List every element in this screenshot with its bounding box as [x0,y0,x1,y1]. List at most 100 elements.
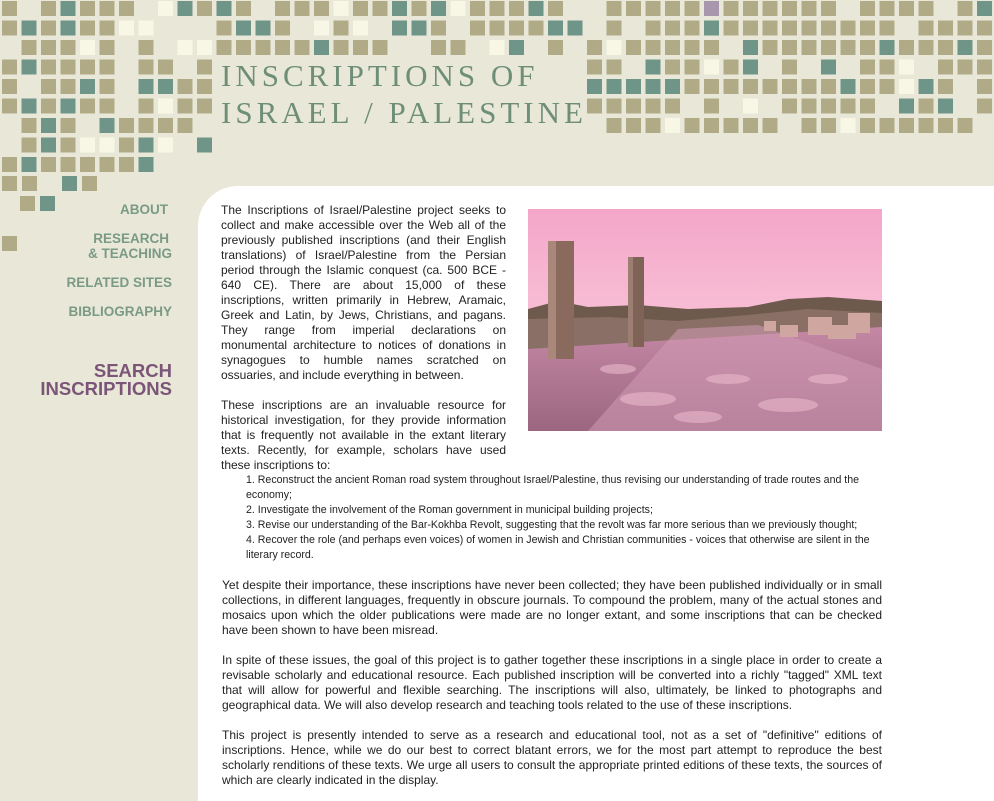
mosaic-tile [665,40,680,55]
mosaic-tile [138,59,154,75]
mosaic-tile [60,118,76,133]
mosaic-tile [840,118,856,133]
mosaic-tile [606,20,622,36]
mosaic-tile [918,79,934,94]
mosaic-tile [138,157,154,172]
mosaic-tile [99,137,115,153]
mosaic-tile [860,79,875,94]
mosaic-tile [2,20,17,36]
mosaic-tile [957,40,973,55]
mosaic-tile [665,20,680,36]
mosaic-tile [723,1,739,16]
nav-link-research-teaching[interactable]: RESEARCH & TEACHING [60,231,172,261]
list-item: 3. Revise our understanding of the Bar-K… [246,519,858,531]
mosaic-tile [899,40,914,55]
mosaic-tile [743,1,758,16]
mosaic-tile [665,59,680,75]
mosaic-tile [548,20,563,36]
mosaic-tile [704,59,719,75]
mosaic-tile [353,20,368,36]
mosaic-tile [626,1,641,16]
mosaic-tile [99,98,115,114]
mosaic-tile [41,20,56,36]
mosaic-tile [957,20,973,36]
mosaic-tile [255,40,271,55]
nav-link-about[interactable]: ABOUT [104,202,168,217]
mosaic-tile [626,79,641,94]
mosaic-tile [840,40,856,55]
mosaic-tile [743,79,758,94]
mosaic-tile [41,40,56,55]
mosaic-tile [645,1,661,16]
mosaic-tile [138,98,154,114]
mosaic-tile [177,1,193,16]
mosaic-tile [21,118,37,133]
mosaic-tile [20,196,35,211]
list-item: 1. Reconstruct the ancient Roman road sy… [246,474,860,501]
nav-link-research-line-2: & TEACHING [88,246,172,261]
search-inscriptions-line-2: INSCRIPTIONS [40,378,172,399]
mosaic-tile [626,98,641,114]
mosaic-tile [645,118,661,133]
mosaic-tile [821,59,836,75]
mosaic-tile [216,40,232,55]
mosaic-tile [80,1,95,16]
mosaic-tile [99,118,115,133]
mosaic-tile [528,1,544,16]
mosaic-tile [782,79,797,94]
mosaic-tile [938,118,953,133]
mosaic-tile [704,98,719,114]
mosaic-tile [41,137,56,153]
mosaic-tile [626,40,641,55]
mosaic-tile [587,59,602,75]
mosaic-tile [801,40,817,55]
mosaic-tile [704,20,719,36]
search-inscriptions-link[interactable]: SEARCH INSCRIPTIONS [20,361,172,399]
mosaic-tile [918,40,934,55]
nav-link-bibliography[interactable]: BIBLIOGRAPHY [40,304,172,319]
mosaic-tile [333,20,349,36]
nav-link-related-sites[interactable]: RELATED SITES [40,275,172,290]
mosaic-tile [80,157,95,172]
mosaic-tile [821,1,836,16]
mosaic-tile [801,1,817,16]
mosaic-tile [704,1,719,16]
mosaic-tile [860,59,875,75]
mosaic-tile [275,40,290,55]
site-title: INSCRIPTIONS OF ISRAEL / PALESTINE [221,57,587,131]
mosaic-tile [509,20,524,36]
mosaic-tile [236,20,251,36]
mosaic-tile [21,20,37,36]
mosaic-tile [119,20,134,36]
mosaic-tile [158,1,173,16]
mosaic-tile [177,79,193,94]
mosaic-tile [216,20,232,36]
list-item: 4. Recover the role (and perhaps even vo… [246,534,870,561]
mosaic-tile [860,20,875,36]
mosaic-tile [645,79,661,94]
mosaic-tile [821,98,836,114]
mosaic-tile [587,79,602,94]
mosaic-tile [275,1,290,16]
mosaic-tile [60,137,76,153]
nav-link-research-line-1: RESEARCH [93,231,169,246]
mosaic-tile [918,118,934,133]
site-title-line-2: ISRAEL / PALESTINE [221,95,587,130]
mosaic-tile [353,40,368,55]
mosaic-tile [977,79,992,94]
intro-paragraph: The Inscriptions of Israel/Palestine pro… [221,203,506,382]
mosaic-tile [938,59,953,75]
mosaic-tile [977,40,992,55]
mosaic-tile [938,98,953,114]
mosaic-tile [684,1,700,16]
mosaic-tile [333,1,349,16]
mosaic-tile [840,20,856,36]
mosaic-tile [899,79,914,94]
site-title-line-1: INSCRIPTIONS OF [221,58,539,93]
mosaic-tile [197,137,212,153]
mosaic-tile [411,20,427,36]
mosaic-tile [450,1,466,16]
mosaic-tile [314,1,329,16]
mosaic-tile [197,98,212,114]
mosaic-tile [665,98,680,114]
